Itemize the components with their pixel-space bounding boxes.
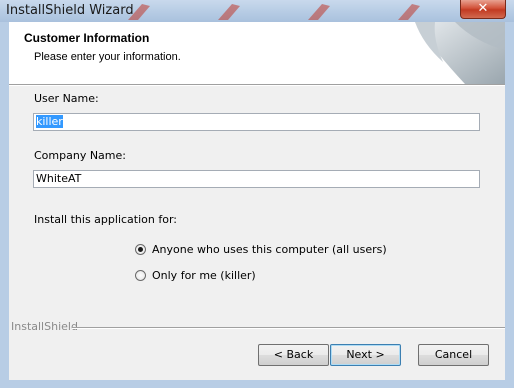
- close-icon: ✕: [477, 1, 489, 16]
- wizard-header: Customer Information Please enter your i…: [9, 22, 505, 84]
- title-decoration-icon: [218, 4, 240, 20]
- page-curl-graphic-icon: [415, 22, 505, 84]
- user-name-label: User Name:: [34, 92, 99, 105]
- footer-divider: [72, 327, 505, 329]
- company-name-label: Company Name:: [34, 149, 126, 162]
- title-decoration-icon: [308, 4, 330, 20]
- radio-selected-icon[interactable]: [135, 244, 146, 255]
- radio-all-users-label: Anyone who uses this computer (all users…: [152, 243, 387, 256]
- title-bar[interactable]: InstallShield Wizard ✕: [0, 0, 514, 22]
- radio-unselected-icon[interactable]: [135, 270, 146, 281]
- install-for-label: Install this application for:: [34, 213, 177, 226]
- window-frame-right: [505, 22, 514, 388]
- window-frame-bottom: [0, 380, 514, 388]
- next-button[interactable]: Next >: [330, 344, 401, 366]
- page-subtitle: Please enter your information.: [34, 51, 181, 63]
- title-decoration-icon: [398, 4, 420, 20]
- company-name-field[interactable]: WhiteAT: [33, 170, 480, 188]
- radio-all-users[interactable]: Anyone who uses this computer (all users…: [135, 243, 387, 256]
- user-name-field[interactable]: killer: [33, 113, 480, 131]
- user-name-value: killer: [36, 115, 63, 128]
- radio-only-me[interactable]: Only for me (killer): [135, 269, 256, 282]
- page-title: Customer Information: [24, 31, 150, 45]
- close-button[interactable]: ✕: [460, 0, 506, 19]
- installer-window: InstallShield Wizard ✕ Customer Informat…: [0, 0, 514, 388]
- installshield-brand: InstallShield: [11, 320, 78, 333]
- window-frame-left: [0, 22, 9, 388]
- cancel-button[interactable]: Cancel: [418, 344, 489, 366]
- company-name-value: WhiteAT: [36, 172, 82, 185]
- header-divider: [9, 84, 505, 86]
- window-title: InstallShield Wizard: [6, 3, 134, 18]
- radio-only-me-label: Only for me (killer): [152, 269, 256, 282]
- back-button[interactable]: < Back: [258, 344, 329, 366]
